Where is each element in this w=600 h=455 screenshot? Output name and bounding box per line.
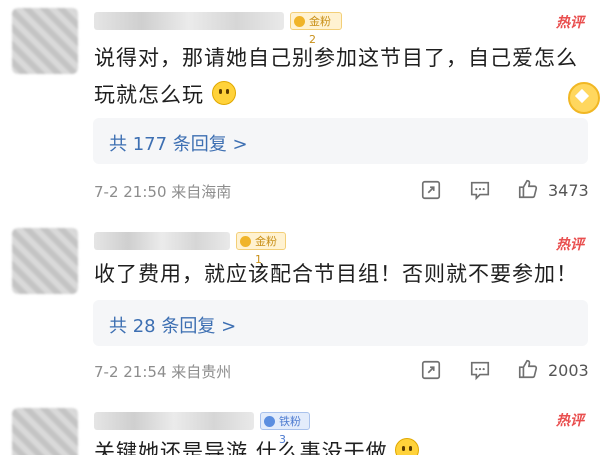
- comment-item: 金粉1 热评 收了费用，就应该配合节目组！否则就不要参加！ 共 28 条回复 >…: [0, 222, 600, 392]
- comment-icon[interactable]: [469, 359, 491, 381]
- username[interactable]: [94, 12, 284, 30]
- comment-text: 收了费用，就应该配合节目组！否则就不要参加！: [94, 262, 578, 286]
- avatar[interactable]: [12, 8, 78, 74]
- comment-time: 7-2 21:50 来自海南: [94, 183, 232, 201]
- like-icon[interactable]: [517, 358, 539, 380]
- view-replies-link[interactable]: 共 28 条回复 >: [109, 312, 236, 338]
- username[interactable]: [94, 412, 254, 430]
- gold-fan-icon: [294, 16, 305, 27]
- hot-comment-label: 热评: [556, 237, 584, 253]
- reply-summary[interactable]: 共 28 条回复 >: [93, 300, 588, 346]
- view-replies-link[interactable]: 共 177 条回复 >: [109, 130, 248, 156]
- like-count: 2003: [548, 361, 589, 380]
- avatar[interactable]: [12, 408, 78, 455]
- comment-item: 金粉2 热评 说得对，那请她自己别参加这节目了，自己爱怎么玩就怎么玩 共 177…: [0, 0, 600, 205]
- smile-emoji-icon: [211, 81, 236, 105]
- iron-fan-icon: [264, 416, 275, 427]
- like-icon[interactable]: [517, 178, 539, 200]
- fan-badge[interactable]: 铁粉3: [260, 412, 310, 446]
- comment-item: 铁粉3 热评 关键她还是导游 什么事没干做: [0, 400, 600, 455]
- share-icon[interactable]: [420, 179, 442, 201]
- gold-fan-icon: [240, 236, 251, 247]
- comment-time: 7-2 21:54 来自贵州: [94, 363, 232, 381]
- fan-badge[interactable]: 金粉2: [290, 12, 342, 46]
- comment-text: 关键她还是导游 什么事没干做: [94, 434, 579, 455]
- reply-summary[interactable]: 共 177 条回复 >: [93, 118, 588, 164]
- fan-badge[interactable]: 金粉1: [236, 232, 286, 266]
- share-icon[interactable]: [420, 359, 442, 381]
- username[interactable]: [94, 232, 230, 250]
- smile-emoji-icon: [395, 438, 420, 455]
- hot-comment-label: 热评: [556, 413, 584, 429]
- hot-comment-label: 热评: [556, 15, 584, 31]
- comment-icon[interactable]: [469, 179, 491, 201]
- comment-text: 说得对，那请她自己别参加这节目了，自己爱怎么玩就怎么玩: [94, 46, 578, 107]
- gold-reward-icon[interactable]: [568, 82, 600, 114]
- like-count: 3473: [548, 181, 589, 200]
- avatar[interactable]: [12, 228, 78, 294]
